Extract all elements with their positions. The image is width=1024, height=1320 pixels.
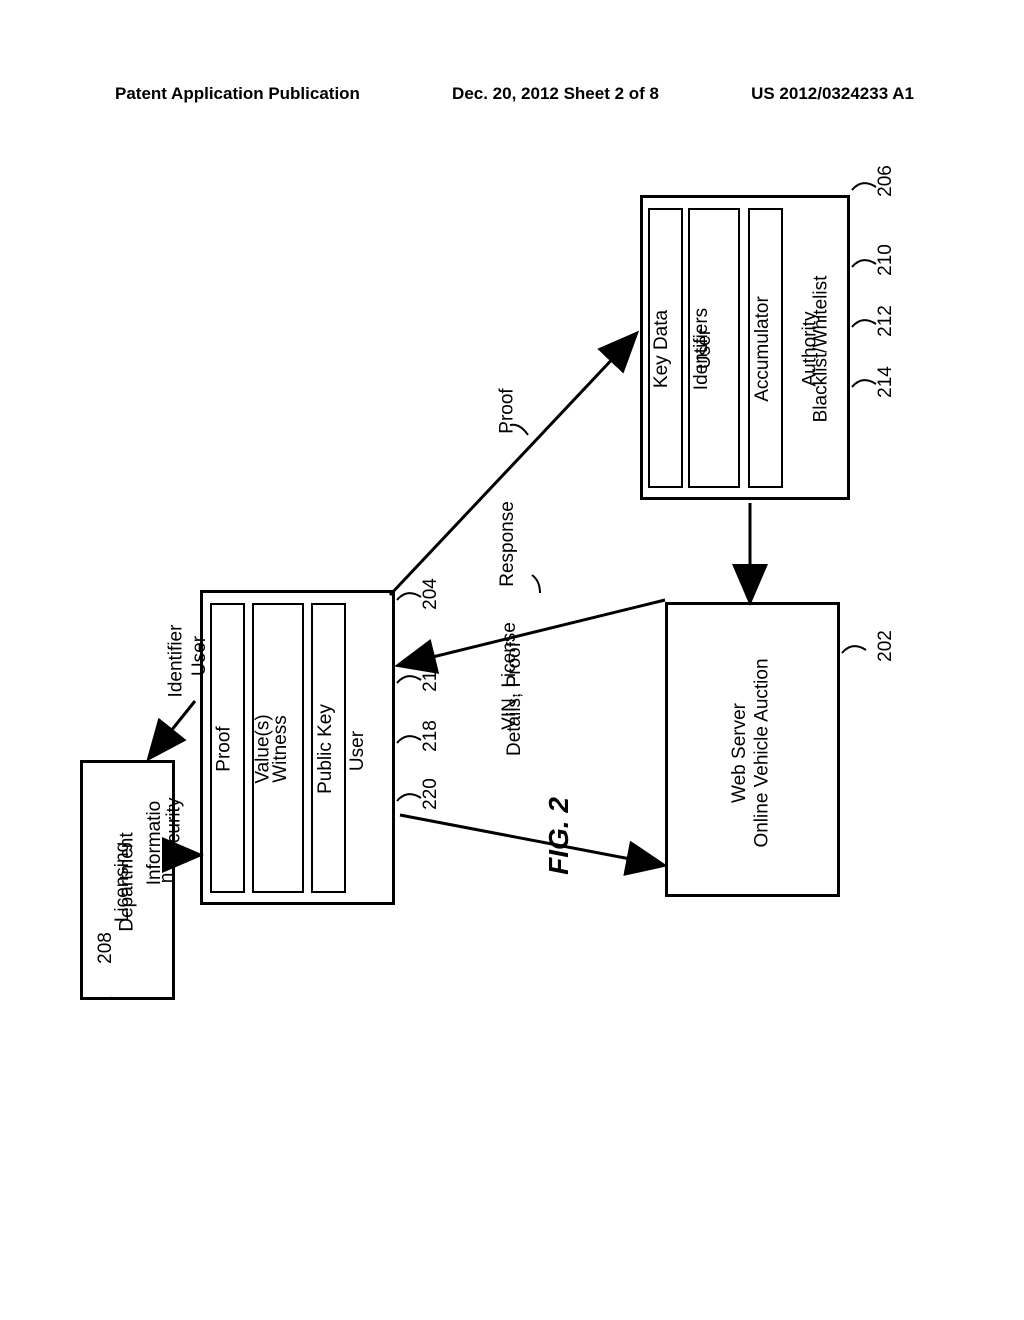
keydata-ref: 214 <box>875 366 897 398</box>
server-title-2: Web Server <box>729 703 751 803</box>
edge-userid-2: Identifier <box>165 625 187 698</box>
proof-label: Proof <box>214 726 236 771</box>
authority-box: Blacklist/Whitelist Authority Accumulato… <box>640 195 850 500</box>
user-box: User Public Key Witness Value(s) Proof <box>200 590 395 905</box>
edge-sec-1: Security <box>163 798 185 867</box>
licensing-title-2: Department <box>117 832 139 931</box>
edge-userid-1: User <box>189 636 211 676</box>
authority-title-2: Authority <box>799 312 821 387</box>
user-title: User <box>347 731 369 771</box>
identifiers-ref: 212 <box>875 305 897 337</box>
proof-box: Proof <box>210 603 245 893</box>
keydata-label: Key Data <box>651 310 673 388</box>
edge-response-label: Response <box>497 501 519 587</box>
witness-label-2: Value(s) <box>253 714 275 783</box>
user-ref: 204 <box>420 578 442 610</box>
identifiers-label-2: Identifiers <box>691 308 713 390</box>
server-title-1: Online Vehicle Auction <box>752 658 774 847</box>
authority-ref: 206 <box>875 165 897 197</box>
pubkey-label: Public Key <box>315 704 337 794</box>
edge-sec-3: n <box>156 873 178 884</box>
witness-box: Witness Value(s) <box>252 603 304 893</box>
server-ref: 202 <box>875 630 897 662</box>
keydata-box: Key Data <box>648 208 683 488</box>
header-right: US 2012/0324233 A1 <box>751 84 914 104</box>
figure-diagram: Blacklist/Whitelist Authority Accumulato… <box>110 135 900 1005</box>
header-center: Dec. 20, 2012 Sheet 2 of 8 <box>452 84 659 104</box>
edge-proof-label: Proof <box>497 388 519 433</box>
accumulator-box: Accumulator <box>748 208 783 488</box>
licensing-ref: 208 <box>95 932 117 964</box>
witness-ref: 218 <box>420 720 442 752</box>
accumulator-ref: 210 <box>875 244 897 276</box>
proof-ref: 220 <box>420 778 442 810</box>
accumulator-label: Accumulator <box>752 296 774 402</box>
pubkey-ref: 216 <box>420 660 442 692</box>
edge-vin-2: Details, Proof <box>504 642 526 756</box>
page-header: Patent Application Publication Dec. 20, … <box>0 84 1024 104</box>
pubkey-box: Public Key <box>311 603 346 893</box>
header-left: Patent Application Publication <box>115 84 360 104</box>
server-box: Online Vehicle Auction Web Server <box>665 602 840 897</box>
identifiers-box: User Identifiers <box>688 208 740 488</box>
figure-caption: FIG. 2 <box>543 797 575 875</box>
